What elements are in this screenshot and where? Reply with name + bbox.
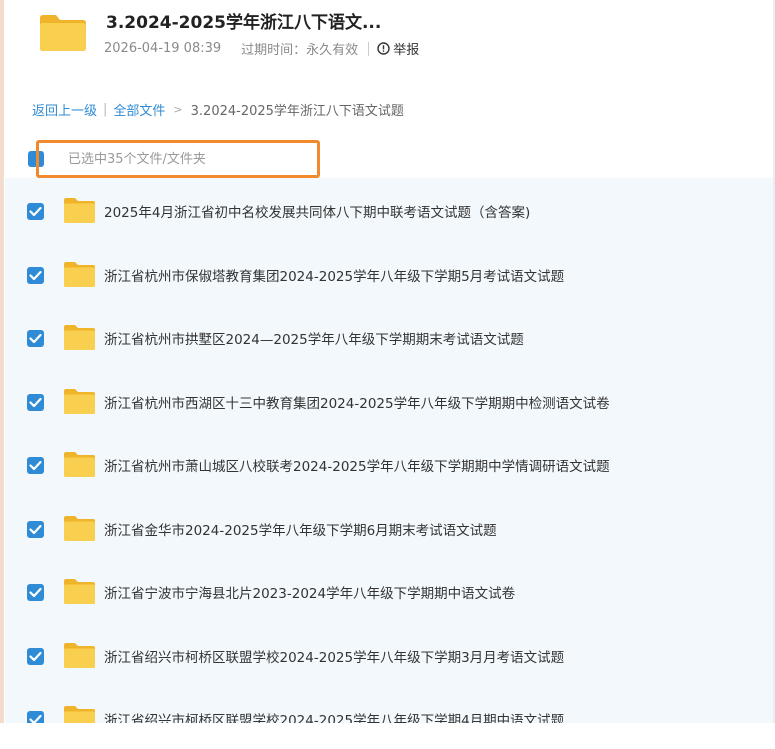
folder-icon <box>63 323 96 351</box>
expiry-label: 过期时间： <box>241 43 307 58</box>
row-checkbox[interactable] <box>27 520 44 538</box>
folder-icon <box>63 450 96 478</box>
breadcrumb: 返回上一级 | 全部文件 > 3.2024-2025学年浙江八下语文试题 <box>32 100 404 119</box>
expiry-value: 永久有效 <box>306 43 359 58</box>
file-row[interactable]: 浙江省杭州市萧山城区八校联考2024-2025学年八年级下学期期中学情调研语文试… <box>5 433 773 496</box>
header: 3.2024-2025学年浙江八下语文... 2026-04-19 08:39 … <box>0 0 775 78</box>
file-name[interactable]: 浙江省杭州市保俶塔教育集团2024-2025学年八年级下学期5月考试语文试题 <box>104 265 564 285</box>
folder-icon <box>63 196 96 224</box>
file-list: 2025年4月浙江省初中名校发展共同体八下期中联考语文试题（含答案) 浙江省杭州市… <box>5 178 773 723</box>
row-checkbox[interactable] <box>27 203 44 220</box>
file-row[interactable]: 浙江省宁波市宁海县北片2023-2024学年八年级下学期期中语文试卷 <box>5 560 773 623</box>
folder-icon <box>63 260 96 288</box>
file-name[interactable]: 2025年4月浙江省初中名校发展共同体八下期中联考语文试题（含答案) <box>104 201 530 221</box>
row-checkbox[interactable] <box>27 711 44 723</box>
file-share-page: 3.2024-2025学年浙江八下语文... 2026-04-19 08:39 … <box>0 0 775 749</box>
file-name[interactable]: 浙江省宁波市宁海县北片2023-2024学年八年级下学期期中语文试卷 <box>104 582 515 602</box>
file-row[interactable]: 浙江省杭州市保俶塔教育集团2024-2025学年八年级下学期5月考试语文试题 <box>5 243 773 306</box>
meta-divider <box>368 41 370 56</box>
breadcrumb-current: 3.2024-2025学年浙江八下语文试题 <box>190 104 404 119</box>
file-row[interactable]: 浙江省绍兴市柯桥区联盟学校2024-2025学年八年级下学期3月月考语文试题 <box>5 624 773 687</box>
folder-icon <box>63 704 96 723</box>
row-checkbox[interactable] <box>27 584 44 601</box>
row-checkbox[interactable] <box>27 266 44 284</box>
file-row[interactable]: 浙江省杭州市拱墅区2024—2025学年八年级下学期期末考试语文试题 <box>5 306 773 369</box>
back-link[interactable]: 返回上一级 <box>32 100 97 119</box>
header-meta: 2026-04-19 08:39 过期时间： 永久有效 举报 <box>104 39 419 58</box>
report-label: 举报 <box>393 43 420 58</box>
all-files-link[interactable]: 全部文件 <box>113 100 165 119</box>
file-name[interactable]: 浙江省金华市2024-2025学年八年级下学期6月期末考试语文试题 <box>104 519 497 539</box>
file-row[interactable]: 浙江省绍兴市柯桥区联盟学校2024-2025学年八年级下学期4月期中语文试题 <box>5 687 773 723</box>
warning-icon <box>377 42 390 55</box>
file-row[interactable]: 浙江省杭州市西湖区十三中教育集团2024-2025学年八年级下学期期中检测语文试… <box>5 370 773 433</box>
breadcrumb-arrow: > <box>173 103 183 116</box>
breadcrumb-separator: | <box>103 102 108 117</box>
folder-icon <box>63 514 96 542</box>
file-name[interactable]: 浙江省杭州市萧山城区八校联考2024-2025学年八年级下学期期中学情调研语文试… <box>104 455 610 475</box>
folder-icon <box>63 641 96 669</box>
folder-title: 3.2024-2025学年浙江八下语文... <box>106 13 382 33</box>
file-row[interactable]: 2025年4月浙江省初中名校发展共同体八下期中联考语文试题（含答案) <box>5 179 773 242</box>
file-name[interactable]: 浙江省杭州市拱墅区2024—2025学年八年级下学期期末考试语文试题 <box>104 328 524 348</box>
highlight-annotation-box <box>36 140 320 178</box>
folder-icon <box>63 577 96 605</box>
left-edge-strip <box>0 0 4 749</box>
file-row[interactable]: 浙江省金华市2024-2025学年八年级下学期6月期末考试语文试题 <box>5 497 773 560</box>
row-checkbox[interactable] <box>27 393 44 411</box>
report-button[interactable]: 举报 <box>377 39 419 58</box>
share-date: 2026-04-19 08:39 <box>104 41 222 56</box>
file-name[interactable]: 浙江省绍兴市柯桥区联盟学校2024-2025学年八年级下学期4月期中语文试题 <box>104 709 564 723</box>
file-name[interactable]: 浙江省杭州市西湖区十三中教育集团2024-2025学年八年级下学期期中检测语文试… <box>104 392 610 412</box>
file-name[interactable]: 浙江省绍兴市柯桥区联盟学校2024-2025学年八年级下学期3月月考语文试题 <box>104 646 564 666</box>
row-checkbox[interactable] <box>27 330 44 347</box>
row-checkbox[interactable] <box>27 457 44 474</box>
row-checkbox[interactable] <box>27 647 44 665</box>
folder-icon <box>38 12 88 52</box>
folder-icon <box>63 387 96 415</box>
bottom-bar <box>0 723 775 749</box>
